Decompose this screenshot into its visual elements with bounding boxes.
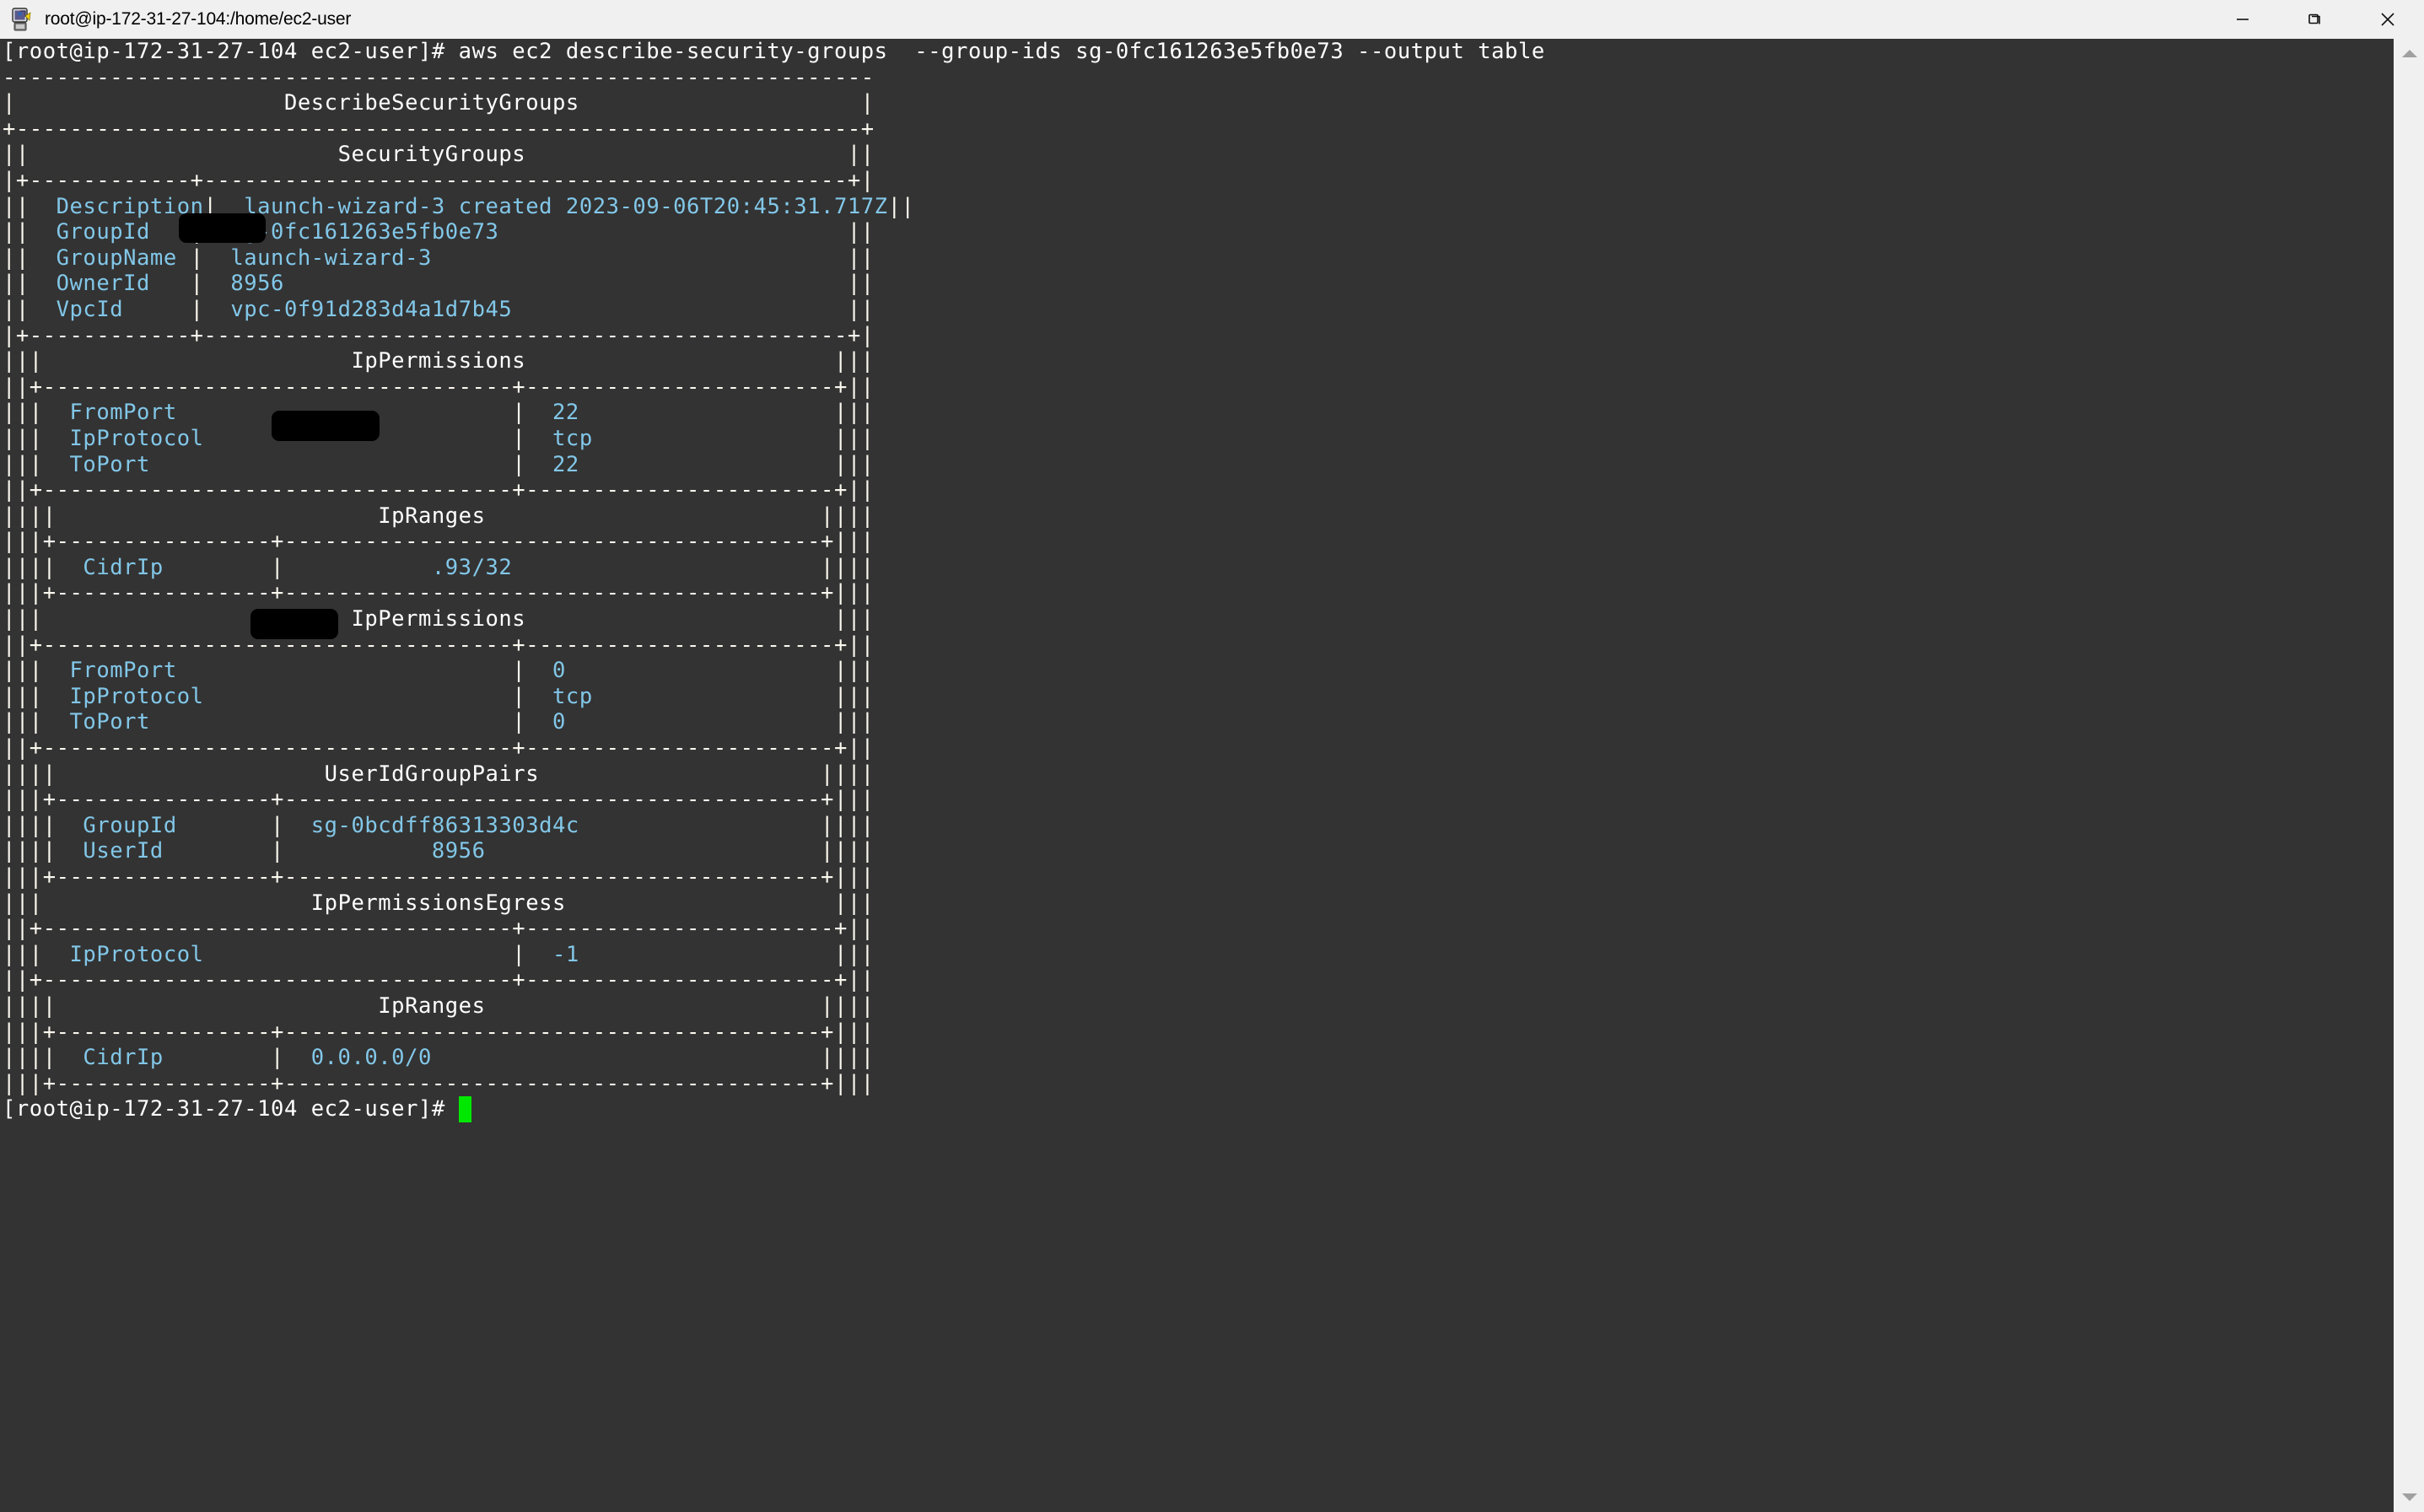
minimize-button[interactable] <box>2206 0 2279 39</box>
redaction-box-cidrip <box>272 411 380 441</box>
title-bar[interactable]: root@ip-172-31-27-104:/home/ec2-user <box>0 0 2424 39</box>
triangle-down-icon <box>2401 1493 2417 1501</box>
scroll-down-button[interactable] <box>2394 1482 2424 1512</box>
restore-button[interactable] <box>2279 0 2351 39</box>
window-title: root@ip-172-31-27-104:/home/ec2-user <box>45 9 352 29</box>
terminal-cursor <box>458 1096 472 1122</box>
close-button[interactable] <box>2351 0 2424 39</box>
putty-icon <box>8 5 36 34</box>
redaction-box-userid <box>250 609 338 639</box>
scroll-up-button[interactable] <box>2394 39 2424 68</box>
client-area: [root@ip-172-31-27-104 ec2-user]# aws ec… <box>0 39 2424 1512</box>
redaction-box-ownerid <box>179 213 266 243</box>
terminal-output: [root@ip-172-31-27-104 ec2-user]# aws ec… <box>3 39 1545 1122</box>
terminal-window: root@ip-172-31-27-104:/home/ec2-user [ro… <box>0 0 2424 1512</box>
terminal-screen[interactable]: [root@ip-172-31-27-104 ec2-user]# aws ec… <box>0 39 2394 1512</box>
scrollbar-track[interactable] <box>2394 68 2424 1482</box>
triangle-up-icon <box>2401 50 2417 57</box>
window-controls <box>2206 0 2424 39</box>
terminal-scrollbar[interactable] <box>2394 39 2424 1512</box>
